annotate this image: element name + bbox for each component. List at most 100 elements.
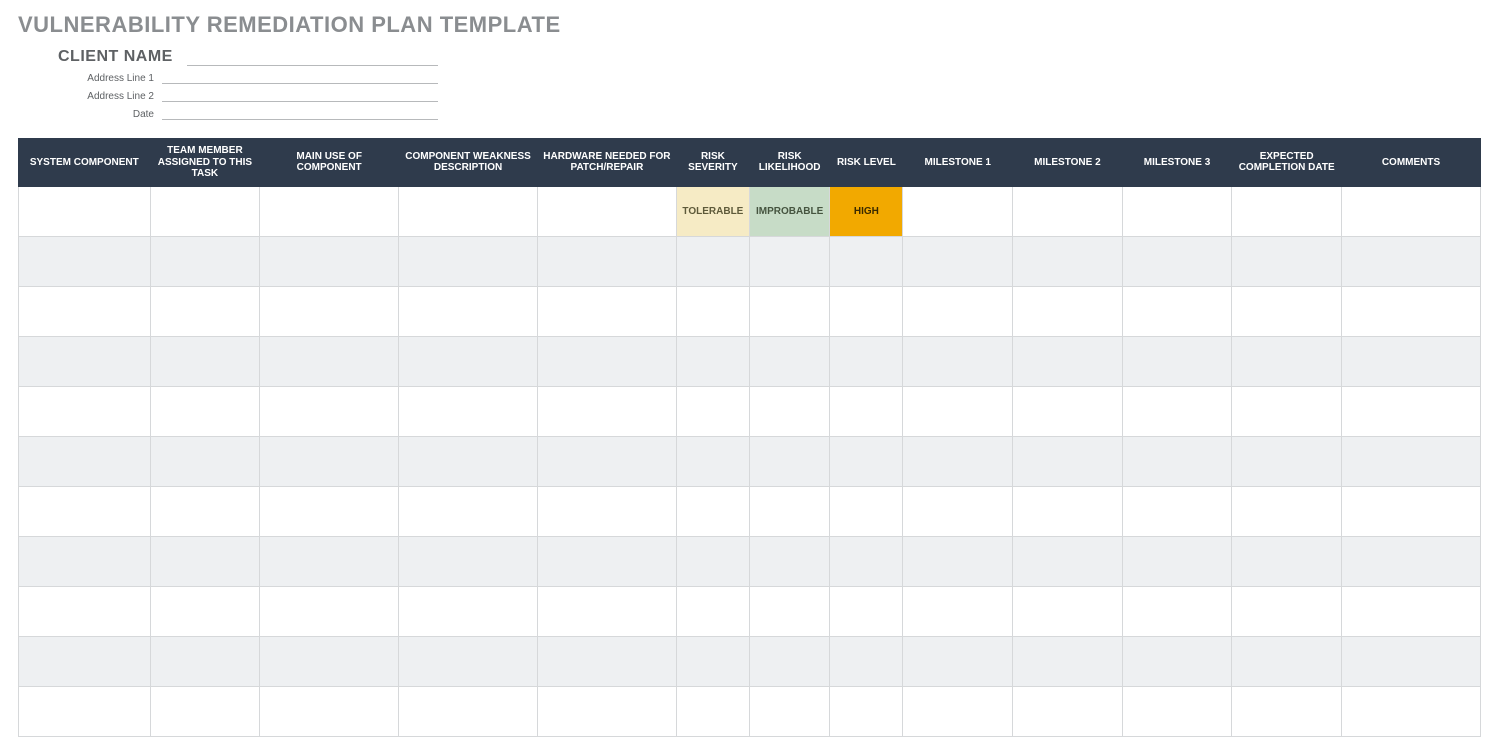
- cell-system-component[interactable]: [19, 236, 151, 286]
- cell-risk-likelihood[interactable]: [749, 686, 829, 736]
- cell-risk-level[interactable]: [830, 236, 903, 286]
- cell-risk-severity[interactable]: [676, 486, 749, 536]
- cell-milestone2[interactable]: [1013, 286, 1123, 336]
- cell-milestone1[interactable]: [903, 386, 1013, 436]
- cell-risk-likelihood[interactable]: IMPROBABLE: [749, 186, 829, 236]
- cell-risk-level[interactable]: [830, 336, 903, 386]
- cell-risk-severity[interactable]: [676, 436, 749, 486]
- cell-risk-likelihood[interactable]: [749, 636, 829, 686]
- cell-hardware[interactable]: [537, 386, 676, 436]
- cell-comments[interactable]: [1342, 386, 1481, 436]
- cell-comments[interactable]: [1342, 436, 1481, 486]
- cell-milestone1[interactable]: [903, 486, 1013, 536]
- cell-milestone3[interactable]: [1122, 536, 1232, 586]
- cell-milestone2[interactable]: [1013, 236, 1123, 286]
- cell-weakness[interactable]: [399, 586, 538, 636]
- cell-risk-level[interactable]: HIGH: [830, 186, 903, 236]
- cell-milestone3[interactable]: [1122, 236, 1232, 286]
- cell-milestone1[interactable]: [903, 686, 1013, 736]
- cell-system-component[interactable]: [19, 336, 151, 386]
- cell-team-member[interactable]: [150, 486, 260, 536]
- address2-input[interactable]: [162, 90, 438, 102]
- cell-risk-severity[interactable]: [676, 686, 749, 736]
- cell-milestone2[interactable]: [1013, 536, 1123, 586]
- cell-weakness[interactable]: [399, 536, 538, 586]
- cell-hardware[interactable]: [537, 236, 676, 286]
- cell-main-use[interactable]: [260, 636, 399, 686]
- cell-weakness[interactable]: [399, 486, 538, 536]
- cell-team-member[interactable]: [150, 436, 260, 486]
- cell-risk-level[interactable]: [830, 636, 903, 686]
- cell-milestone1[interactable]: [903, 636, 1013, 686]
- cell-main-use[interactable]: [260, 186, 399, 236]
- cell-risk-level[interactable]: [830, 686, 903, 736]
- cell-hardware[interactable]: [537, 486, 676, 536]
- cell-team-member[interactable]: [150, 586, 260, 636]
- cell-team-member[interactable]: [150, 186, 260, 236]
- cell-expected-completion[interactable]: [1232, 636, 1342, 686]
- cell-milestone1[interactable]: [903, 336, 1013, 386]
- cell-milestone1[interactable]: [903, 536, 1013, 586]
- cell-system-component[interactable]: [19, 486, 151, 536]
- cell-milestone3[interactable]: [1122, 336, 1232, 386]
- cell-milestone2[interactable]: [1013, 486, 1123, 536]
- cell-risk-severity[interactable]: [676, 336, 749, 386]
- cell-team-member[interactable]: [150, 286, 260, 336]
- cell-expected-completion[interactable]: [1232, 586, 1342, 636]
- cell-expected-completion[interactable]: [1232, 286, 1342, 336]
- cell-risk-level[interactable]: [830, 386, 903, 436]
- cell-milestone1[interactable]: [903, 586, 1013, 636]
- cell-risk-likelihood[interactable]: [749, 336, 829, 386]
- cell-risk-likelihood[interactable]: [749, 436, 829, 486]
- cell-main-use[interactable]: [260, 686, 399, 736]
- cell-weakness[interactable]: [399, 336, 538, 386]
- cell-comments[interactable]: [1342, 236, 1481, 286]
- cell-milestone3[interactable]: [1122, 586, 1232, 636]
- cell-milestone1[interactable]: [903, 186, 1013, 236]
- cell-comments[interactable]: [1342, 536, 1481, 586]
- cell-milestone2[interactable]: [1013, 686, 1123, 736]
- cell-milestone2[interactable]: [1013, 186, 1123, 236]
- cell-expected-completion[interactable]: [1232, 436, 1342, 486]
- cell-milestone3[interactable]: [1122, 436, 1232, 486]
- cell-main-use[interactable]: [260, 436, 399, 486]
- cell-main-use[interactable]: [260, 536, 399, 586]
- cell-hardware[interactable]: [537, 286, 676, 336]
- date-input[interactable]: [162, 108, 438, 120]
- cell-milestone1[interactable]: [903, 436, 1013, 486]
- cell-team-member[interactable]: [150, 636, 260, 686]
- cell-team-member[interactable]: [150, 236, 260, 286]
- cell-weakness[interactable]: [399, 386, 538, 436]
- cell-team-member[interactable]: [150, 536, 260, 586]
- cell-main-use[interactable]: [260, 236, 399, 286]
- cell-risk-likelihood[interactable]: [749, 536, 829, 586]
- cell-milestone2[interactable]: [1013, 436, 1123, 486]
- cell-system-component[interactable]: [19, 386, 151, 436]
- cell-expected-completion[interactable]: [1232, 186, 1342, 236]
- cell-milestone2[interactable]: [1013, 636, 1123, 686]
- cell-hardware[interactable]: [537, 336, 676, 386]
- cell-risk-severity[interactable]: [676, 236, 749, 286]
- cell-risk-likelihood[interactable]: [749, 386, 829, 436]
- cell-comments[interactable]: [1342, 636, 1481, 686]
- cell-weakness[interactable]: [399, 236, 538, 286]
- cell-comments[interactable]: [1342, 486, 1481, 536]
- cell-risk-level[interactable]: [830, 286, 903, 336]
- cell-milestone2[interactable]: [1013, 586, 1123, 636]
- cell-milestone2[interactable]: [1013, 386, 1123, 436]
- cell-weakness[interactable]: [399, 686, 538, 736]
- cell-expected-completion[interactable]: [1232, 536, 1342, 586]
- cell-main-use[interactable]: [260, 286, 399, 336]
- cell-risk-level[interactable]: [830, 486, 903, 536]
- cell-expected-completion[interactable]: [1232, 686, 1342, 736]
- cell-milestone1[interactable]: [903, 236, 1013, 286]
- cell-hardware[interactable]: [537, 586, 676, 636]
- cell-hardware[interactable]: [537, 436, 676, 486]
- cell-expected-completion[interactable]: [1232, 236, 1342, 286]
- cell-risk-severity[interactable]: [676, 586, 749, 636]
- cell-risk-likelihood[interactable]: [749, 586, 829, 636]
- cell-milestone3[interactable]: [1122, 286, 1232, 336]
- cell-main-use[interactable]: [260, 336, 399, 386]
- cell-risk-likelihood[interactable]: [749, 236, 829, 286]
- cell-milestone2[interactable]: [1013, 336, 1123, 386]
